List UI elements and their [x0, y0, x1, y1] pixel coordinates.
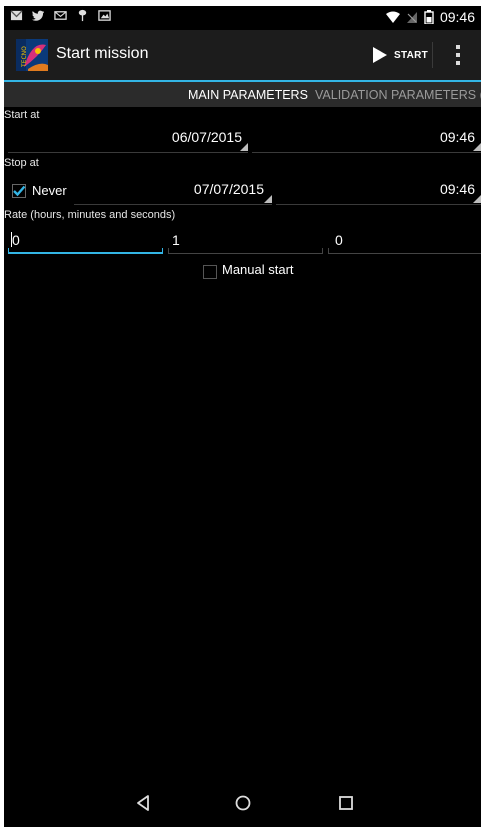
- screen: 09:46 TECNO Start mission START MAIN PAR…: [4, 6, 481, 827]
- recents-icon[interactable]: [334, 791, 358, 815]
- overflow-menu-icon[interactable]: [448, 42, 468, 68]
- spinner-arrow-icon: [473, 143, 481, 151]
- email-icon: [54, 11, 67, 20]
- stop-time-spinner[interactable]: 09:46: [276, 178, 481, 205]
- tab-validation-parameters[interactable]: VALIDATION PARAMETERS (°: [315, 88, 481, 102]
- rate-hours-value: 0: [12, 232, 20, 248]
- notification-icons: [10, 9, 111, 22]
- photo-icon: [98, 10, 111, 21]
- tecno-app-logo-icon[interactable]: TECNO: [16, 39, 48, 71]
- action-divider: [432, 42, 433, 68]
- system-status: 09:46: [385, 9, 475, 25]
- rate-minutes-value: 1: [172, 232, 180, 248]
- home-icon[interactable]: [231, 791, 255, 815]
- tab-main-parameters[interactable]: MAIN PARAMETERS: [188, 88, 308, 102]
- spinner-arrow-icon: [240, 143, 248, 151]
- start-button[interactable]: START: [372, 41, 428, 69]
- spinner-arrow-icon: [264, 195, 272, 203]
- tab-bar: MAIN PARAMETERS VALIDATION PARAMETERS (°: [4, 80, 481, 107]
- checkbox-box: [203, 265, 217, 279]
- rate-hours-input[interactable]: 0: [8, 228, 163, 254]
- spinner-arrow-icon: [473, 195, 481, 203]
- plant-icon: [78, 9, 87, 22]
- battery-icon: [424, 10, 434, 24]
- checkmark-icon: [12, 184, 26, 198]
- never-checkbox[interactable]: Never: [12, 182, 68, 202]
- page-title: Start mission: [56, 45, 149, 62]
- back-icon[interactable]: [131, 791, 155, 815]
- wifi-icon: [385, 11, 400, 23]
- never-label: Never: [32, 183, 67, 198]
- manual-start-label: Manual start: [222, 262, 294, 277]
- play-icon: [373, 47, 387, 63]
- stop-time-value: 09:46: [439, 181, 475, 197]
- twitter-icon: [32, 10, 45, 21]
- navigation-bar: [4, 779, 481, 827]
- status-time: 09:46: [439, 9, 475, 25]
- start-date-spinner[interactable]: 06/07/2015: [8, 126, 248, 153]
- start-time-value: 09:46: [439, 129, 475, 145]
- rate-label: Rate (hours, minutes and seconds): [4, 209, 176, 221]
- status-bar: 09:46: [4, 6, 481, 30]
- start-button-label: START: [394, 49, 429, 61]
- start-at-label: Start at: [4, 109, 40, 121]
- stop-at-label: Stop at: [4, 157, 39, 169]
- rate-minutes-input[interactable]: 1: [168, 228, 323, 254]
- start-time-spinner[interactable]: 09:46: [252, 126, 481, 153]
- no-signal-icon: [406, 11, 417, 23]
- rate-seconds-value: 0: [335, 232, 343, 248]
- stop-date-spinner[interactable]: 07/07/2015: [74, 178, 272, 205]
- action-bar: TECNO Start mission START: [4, 30, 481, 80]
- rate-seconds-input[interactable]: 0: [328, 228, 481, 254]
- stop-date-value: 07/07/2015: [193, 181, 264, 197]
- svg-text:TECNO: TECNO: [21, 46, 28, 68]
- gmail-icon: [10, 10, 23, 21]
- start-date-value: 06/07/2015: [171, 129, 242, 145]
